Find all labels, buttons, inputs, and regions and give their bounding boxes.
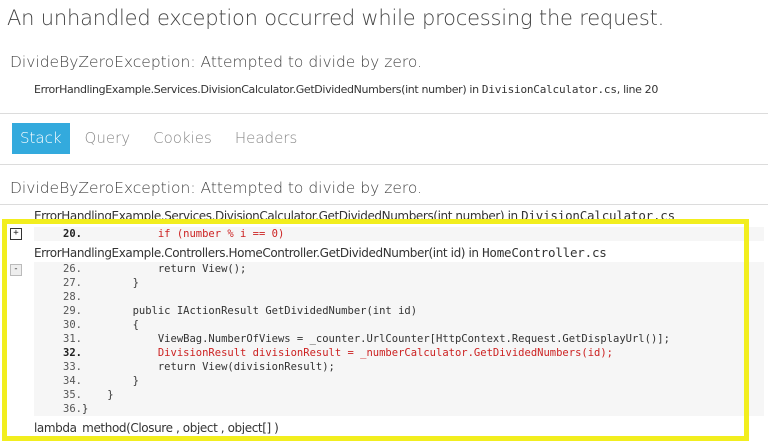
tab-query[interactable]: Query: [77, 123, 139, 154]
code-line: 35. }: [34, 388, 764, 402]
line-number: 29.: [63, 305, 82, 317]
stack-frame-1-header[interactable]: ErrorHandlingExample.Services.DivisionCa…: [34, 206, 754, 219]
stack-frame-3-method: lambda_method(Closure , object , object[…: [34, 421, 279, 434]
code-line: 28.: [34, 290, 764, 304]
exception-location-method: ErrorHandlingExample.Services.DivisionCa…: [34, 83, 482, 96]
code-line: 26. return View();: [34, 262, 764, 276]
exception-location-file: DivisionCalculator.cs: [481, 83, 617, 96]
code-text: DivisionResult divisionResult = _numberC…: [82, 347, 614, 359]
code-text: if (number % i == 0): [82, 228, 285, 240]
stack-frame-2-code: 26. return View(); 27. } 28. 29. public …: [34, 262, 764, 416]
stack-frame-1-code: 20. if (number % i == 0): [34, 227, 764, 241]
stack-frame-2-file: HomeController.cs: [482, 245, 607, 260]
code-text: public IActionResult GetDividedNumber(in…: [82, 305, 418, 317]
stack-frame-2-header[interactable]: ErrorHandlingExample.Controllers.HomeCon…: [34, 245, 607, 260]
code-text: }: [82, 375, 139, 387]
tab-stack[interactable]: Stack: [12, 123, 70, 154]
tab-bar: Stack Query Cookies Headers: [12, 123, 312, 154]
code-text: }: [82, 277, 139, 289]
code-text: ViewBag.NumberOfViews = _counter.UrlCoun…: [82, 333, 670, 345]
code-line: 31. ViewBag.NumberOfViews = _counter.Url…: [34, 332, 764, 346]
code-text: {: [82, 319, 139, 331]
line-number: 26.: [63, 263, 82, 275]
line-number: 34.: [63, 375, 82, 387]
line-number: 28.: [63, 291, 82, 303]
page-title: An unhandled exception occurred while pr…: [7, 6, 665, 30]
divider: [0, 204, 768, 205]
collapse-frame-2-toggle[interactable]: -: [10, 264, 22, 276]
divider: [0, 164, 768, 165]
code-line: 36.}: [34, 402, 764, 416]
code-line: 27. }: [34, 276, 764, 290]
line-number: 31.: [63, 333, 82, 345]
line-number: 36.: [63, 403, 82, 415]
tab-cookies[interactable]: Cookies: [145, 123, 220, 154]
code-line-error: 32. DivisionResult divisionResult = _num…: [34, 346, 764, 360]
code-line: 33. return View(divisionResult);: [34, 360, 764, 374]
expand-frame-1-toggle[interactable]: +: [10, 228, 22, 240]
line-number: 27.: [63, 277, 82, 289]
stack-frame-1-method: ErrorHandlingExample.Services.DivisionCa…: [34, 209, 522, 219]
code-line-error: 20. if (number % i == 0): [34, 227, 764, 241]
code-text: return View();: [82, 263, 247, 275]
line-number: 33.: [63, 361, 82, 373]
stack-exception-heading: DivideByZeroException: Attempted to divi…: [10, 179, 423, 197]
code-line: 29. public IActionResult GetDividedNumbe…: [34, 304, 764, 318]
line-number: 30.: [63, 319, 82, 331]
code-text: return View(divisionResult);: [82, 361, 335, 373]
line-number: 32.: [63, 347, 82, 359]
line-number: 20.: [63, 228, 82, 240]
code-line: 30. {: [34, 318, 764, 332]
exception-summary: DivideByZeroException: Attempted to divi…: [10, 53, 423, 71]
exception-location: ErrorHandlingExample.Services.DivisionCa…: [34, 83, 658, 96]
code-line: 34. }: [34, 374, 764, 388]
code-text: }: [82, 389, 114, 401]
stack-frame-1-file: DivisionCalculator.cs: [521, 208, 675, 219]
exception-location-line: , line 20: [616, 83, 659, 96]
stack-frame-2-method: ErrorHandlingExample.Controllers.HomeCon…: [34, 246, 483, 260]
line-number: 35.: [63, 389, 82, 401]
tab-headers[interactable]: Headers: [227, 123, 305, 154]
divider: [0, 113, 768, 114]
stack-frame-3-header[interactable]: lambda_method(Closure , object , object[…: [34, 421, 754, 434]
code-text: }: [82, 403, 89, 415]
